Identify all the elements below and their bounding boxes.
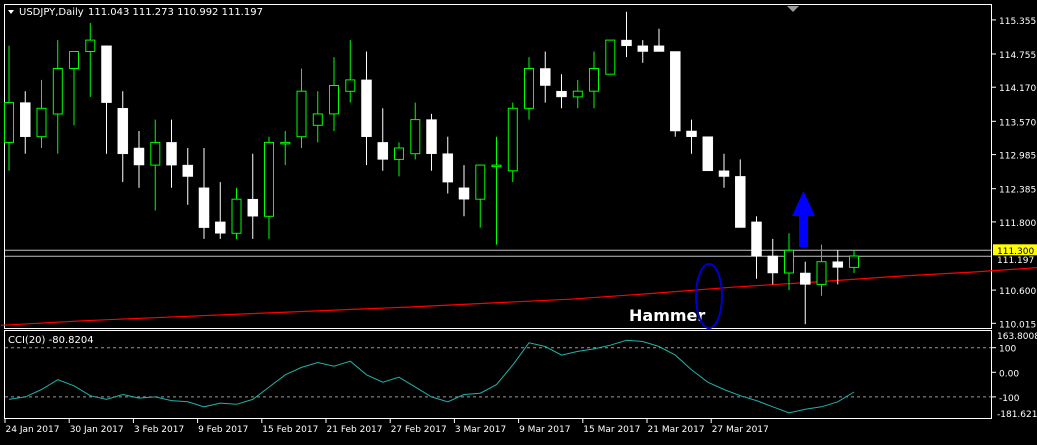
- candle-body-27: [442, 153, 454, 183]
- price-tick-label-1: 114.755: [999, 51, 1036, 61]
- hammer-label: Hammer: [629, 306, 705, 325]
- ohlc-values: 111.043 111.273 110.992 111.197: [88, 7, 263, 18]
- candle-body-52: [849, 255, 859, 268]
- candle-body-10: [166, 142, 177, 166]
- candle-body-45: [735, 176, 746, 228]
- candle-body-0: [4, 102, 14, 143]
- candle-body-25: [410, 119, 421, 155]
- candle-body-35: [572, 90, 583, 98]
- date-label-4: 15 Feb 2017: [262, 425, 318, 435]
- price-tick-label-6: 111.800: [999, 219, 1036, 229]
- candle-body-36: [589, 68, 599, 92]
- candle-body-30: [491, 164, 502, 168]
- cci-tick-label-2: -100: [999, 394, 1020, 404]
- cci-title: CCI(20) -80.8204: [8, 335, 94, 346]
- price-tick-label-5: 112.385: [999, 186, 1036, 196]
- date-label-6: 27 Feb 2017: [391, 425, 447, 435]
- candle-body-1: [20, 102, 31, 137]
- candle-body-31: [507, 107, 518, 172]
- candle-body-34: [556, 90, 567, 98]
- candle-body-19: [312, 113, 323, 126]
- cci-top-label: 163.8008: [997, 332, 1037, 342]
- candle-body-47: [767, 255, 779, 274]
- candle-body-50: [816, 261, 827, 285]
- candle-body-37: [605, 39, 616, 75]
- candle-body-48: [784, 249, 794, 274]
- candle-body-8: [133, 147, 145, 166]
- date-label-2: 3 Feb 2017: [134, 425, 184, 435]
- candle-body-6: [101, 45, 112, 103]
- candle-body-7: [117, 108, 129, 155]
- candle-body-2: [36, 107, 47, 138]
- candle-body-39: [637, 45, 649, 52]
- candle-body-9: [150, 141, 161, 166]
- symbol-timeframe: USDJPY,Daily: [19, 7, 84, 18]
- candle-body-18: [296, 90, 307, 138]
- price-tick-label-7: 110.600: [999, 287, 1036, 297]
- candle-body-22: [361, 79, 372, 137]
- candle-body-42: [686, 130, 697, 137]
- date-label-10: 21 Mar 2017: [648, 425, 705, 435]
- candle-body-33: [540, 68, 551, 86]
- date-label-8: 9 Mar 2017: [519, 425, 570, 435]
- candle-body-16: [264, 141, 274, 217]
- date-label-11: 27 Mar 2017: [712, 425, 769, 435]
- candle-body-13: [215, 221, 226, 234]
- candle-body-41: [670, 51, 681, 132]
- candle-body-26: [426, 119, 437, 154]
- candle-body-49: [800, 272, 811, 285]
- date-label-9: 15 Mar 2017: [583, 425, 640, 435]
- date-label-3: 9 Feb 2017: [198, 425, 248, 435]
- candle-body-46: [751, 221, 762, 257]
- price-tick-label-4: 112.985: [999, 152, 1036, 162]
- cci-tick-label-0: 100: [999, 345, 1016, 355]
- chart-window: USDJPY,Daily 111.043 111.273 110.992 111…: [0, 0, 1037, 441]
- candle-body-51: [832, 261, 844, 268]
- candle-body-28: [458, 187, 470, 200]
- date-label-5: 21 Feb 2017: [327, 425, 383, 435]
- cci-tick-label-1: 0.00: [999, 369, 1019, 379]
- candle-body-15: [247, 198, 259, 217]
- date-label-0: 24 Jan 2017: [6, 425, 60, 435]
- chart-canvas: USDJPY,Daily 111.043 111.273 110.992 111…: [0, 0, 1037, 441]
- candle-body-5: [85, 39, 96, 52]
- candle-body-20: [329, 85, 339, 115]
- price-tick-label-3: 113.570: [999, 118, 1036, 128]
- cci-bottom-label: -181.6217: [997, 410, 1037, 420]
- candle-body-44: [718, 170, 730, 177]
- price-tick-label-8: 110.015: [999, 320, 1036, 330]
- candle-body-43: [702, 136, 714, 172]
- candle-body-32: [524, 68, 534, 109]
- price-tick-label-2: 114.170: [999, 84, 1036, 94]
- date-label-1: 30 Jan 2017: [70, 425, 124, 435]
- candle-body-24: [394, 147, 404, 160]
- candle-body-14: [231, 198, 242, 234]
- candle-body-21: [345, 79, 356, 92]
- candle-body-38: [621, 39, 632, 47]
- price-tick-label-0: 115.355: [999, 17, 1036, 27]
- last-price-label: 111.197: [997, 256, 1034, 266]
- candle-body-29: [475, 164, 486, 200]
- candle-body-23: [377, 142, 389, 160]
- candle-body-40: [653, 45, 665, 52]
- candle-body-4: [69, 51, 79, 69]
- candle-body-11: [182, 164, 194, 177]
- candle-body-12: [198, 187, 210, 228]
- candle-body-3: [52, 68, 63, 115]
- date-label-7: 3 Mar 2017: [455, 425, 506, 435]
- candle-body-17: [280, 141, 291, 145]
